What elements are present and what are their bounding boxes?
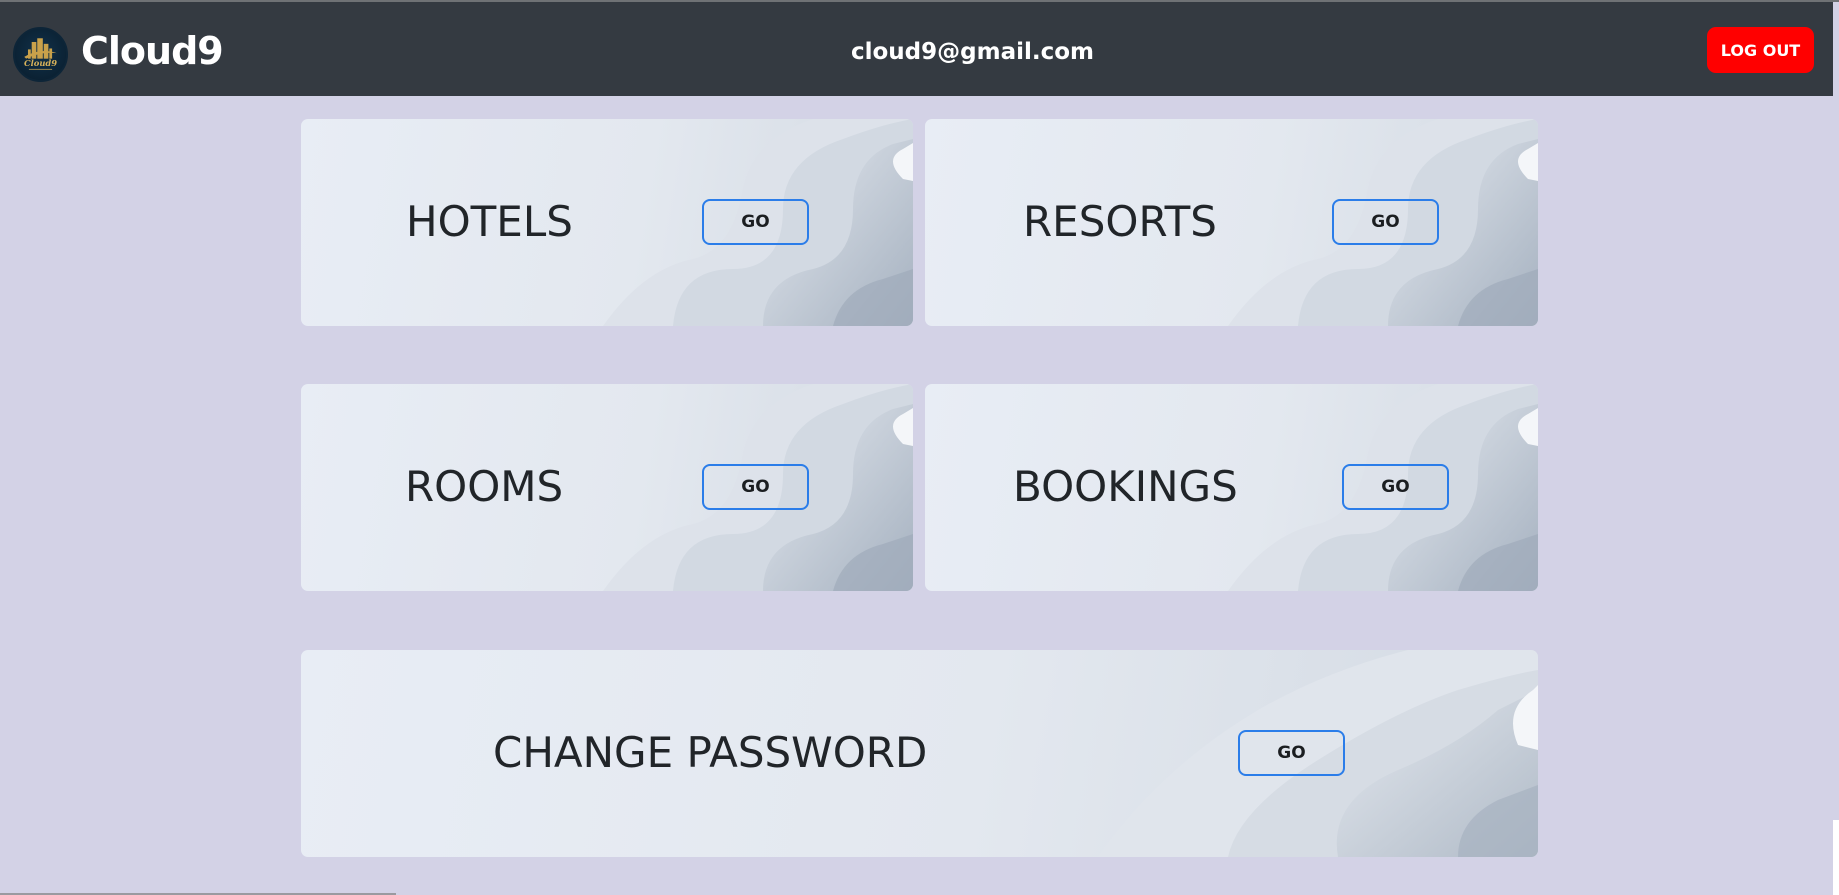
resorts-go-button[interactable]: GO (1332, 199, 1439, 245)
user-email-wrapper: cloud9@gmail.com (0, 36, 1839, 68)
bookings-go-button[interactable]: GO (1342, 464, 1449, 510)
brand-name[interactable]: Cloud9 (81, 25, 224, 77)
rooms-title: ROOMS (405, 462, 564, 511)
user-email: cloud9@gmail.com (850, 39, 1095, 65)
svg-text:Cloud9: Cloud9 (24, 58, 57, 68)
scrollbar-track[interactable] (1833, 2, 1839, 895)
resorts-title: RESORTS (1023, 197, 1217, 246)
resorts-card: RESORTS GO (925, 119, 1538, 326)
change-password-title: CHANGE PASSWORD (493, 728, 928, 777)
hotels-go-button[interactable]: GO (702, 199, 809, 245)
hotels-card: HOTELS GO (301, 119, 913, 326)
change-password-card: CHANGE PASSWORD GO (301, 650, 1538, 857)
scrollbar-thumb[interactable] (1833, 2, 1839, 820)
hotel-logo-icon[interactable]: Cloud9 (13, 27, 68, 82)
logout-button[interactable]: LOG OUT (1707, 27, 1814, 73)
change-password-go-button[interactable]: GO (1238, 730, 1345, 776)
rooms-card: ROOMS GO (301, 384, 913, 591)
hotels-title: HOTELS (406, 197, 573, 246)
navbar: Cloud9 Cloud9 cloud9@gmail.com LOG OUT (0, 2, 1833, 96)
bookings-title: BOOKINGS (1013, 462, 1238, 511)
bookings-card: BOOKINGS GO (925, 384, 1538, 591)
rooms-go-button[interactable]: GO (702, 464, 809, 510)
